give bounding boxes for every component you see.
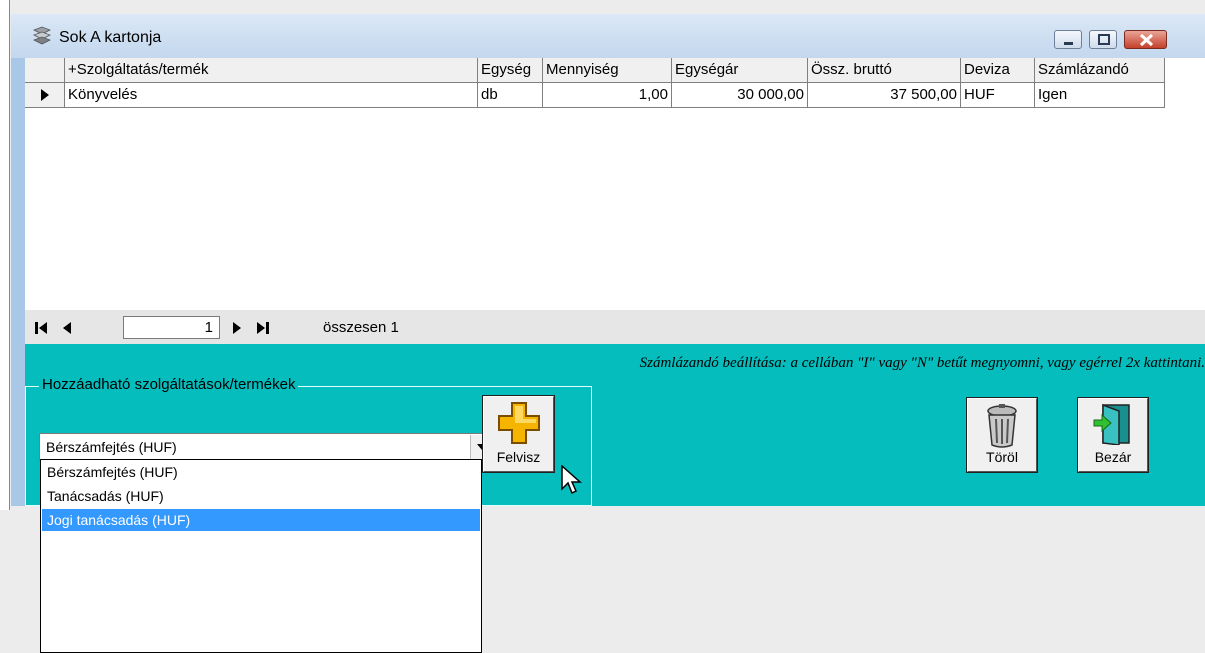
first-record-button[interactable] [29, 316, 53, 340]
record-number-input[interactable]: 1 [123, 316, 220, 339]
record-count: összesen 1 [323, 319, 399, 336]
service-combobox[interactable]: Bérszámfejtés (HUF) [39, 433, 495, 461]
restore-icon [1098, 34, 1110, 45]
trash-icon [987, 404, 1017, 448]
add-button-label: Felvisz [496, 449, 541, 465]
service-dropdown-list[interactable]: Bérszámfejtés (HUF) Tanácsadás (HUF) Jog… [40, 459, 482, 653]
delete-button-label: Töröl [986, 449, 1018, 465]
title-bar[interactable]: Sok A kartonja [11, 14, 1205, 58]
cell-billable[interactable]: Igen [1035, 83, 1165, 108]
close-button-label: Bezár [1094, 449, 1132, 465]
dropdown-option[interactable]: Tanácsadás (HUF) [42, 485, 480, 507]
column-header-currency[interactable]: Deviza [961, 58, 1035, 83]
column-header-billable[interactable]: Számlázandó [1035, 58, 1165, 83]
column-header-quantity[interactable]: Mennyiség [543, 58, 672, 83]
current-row-icon [40, 89, 49, 101]
record-navigator: 1 összesen 1 [25, 310, 1205, 344]
indicator-header [25, 58, 65, 83]
window-title: Sok A kartonja [59, 29, 162, 46]
desktop-edge [0, 0, 10, 510]
table-row[interactable]: Könyvelés db 1,00 30 000,00 37 500,00 HU… [25, 83, 1205, 108]
next-record-icon [233, 322, 241, 334]
column-header-service[interactable]: +Szolgáltatás/termék [65, 58, 478, 83]
close-window-button[interactable] [1124, 30, 1167, 49]
dropdown-option-selected[interactable]: Jogi tanácsadás (HUF) [42, 509, 480, 531]
combo-value: Bérszámfejtés (HUF) [46, 439, 177, 455]
last-record-icon [257, 322, 269, 334]
grid-header: +Szolgáltatás/termék Egység Mennyiség Eg… [25, 58, 1205, 83]
cell-quantity[interactable]: 1,00 [543, 83, 672, 108]
close-button[interactable]: Bezár [1077, 397, 1149, 473]
mouse-cursor-icon [561, 465, 582, 495]
add-button[interactable]: Felvisz [482, 395, 555, 473]
column-header-unit-price[interactable]: Egységár [672, 58, 808, 83]
items-grid[interactable]: +Szolgáltatás/termék Egység Mennyiség Eg… [25, 58, 1205, 310]
group-label: Hozzáadható szolgáltatások/termékek [39, 376, 299, 393]
delete-button[interactable]: Töröl [966, 397, 1038, 473]
cell-unit-price[interactable]: 30 000,00 [672, 83, 808, 108]
close-icon [1139, 33, 1154, 47]
column-header-unit[interactable]: Egység [478, 58, 543, 83]
maximize-button[interactable] [1089, 30, 1117, 49]
row-indicator [25, 83, 65, 108]
plus-icon [497, 402, 540, 444]
dropdown-option[interactable]: Bérszámfejtés (HUF) [42, 461, 480, 483]
billable-hint: Számlázandó beállítása: a cellában "I" v… [639, 355, 1205, 371]
last-record-button[interactable] [251, 316, 275, 340]
first-record-icon [35, 322, 47, 334]
app-icon [33, 26, 51, 45]
exit-door-icon [1093, 403, 1130, 445]
previous-record-icon [63, 322, 71, 334]
cell-currency[interactable]: HUF [961, 83, 1035, 108]
cell-service[interactable]: Könyvelés [65, 83, 478, 108]
next-record-button[interactable] [225, 316, 249, 340]
cell-gross[interactable]: 37 500,00 [808, 83, 961, 108]
cell-unit[interactable]: db [478, 83, 543, 108]
previous-record-button[interactable] [55, 316, 79, 340]
minimize-button[interactable] [1054, 30, 1082, 49]
minimize-icon [1064, 42, 1073, 45]
column-header-gross[interactable]: Össz. bruttó [808, 58, 961, 83]
